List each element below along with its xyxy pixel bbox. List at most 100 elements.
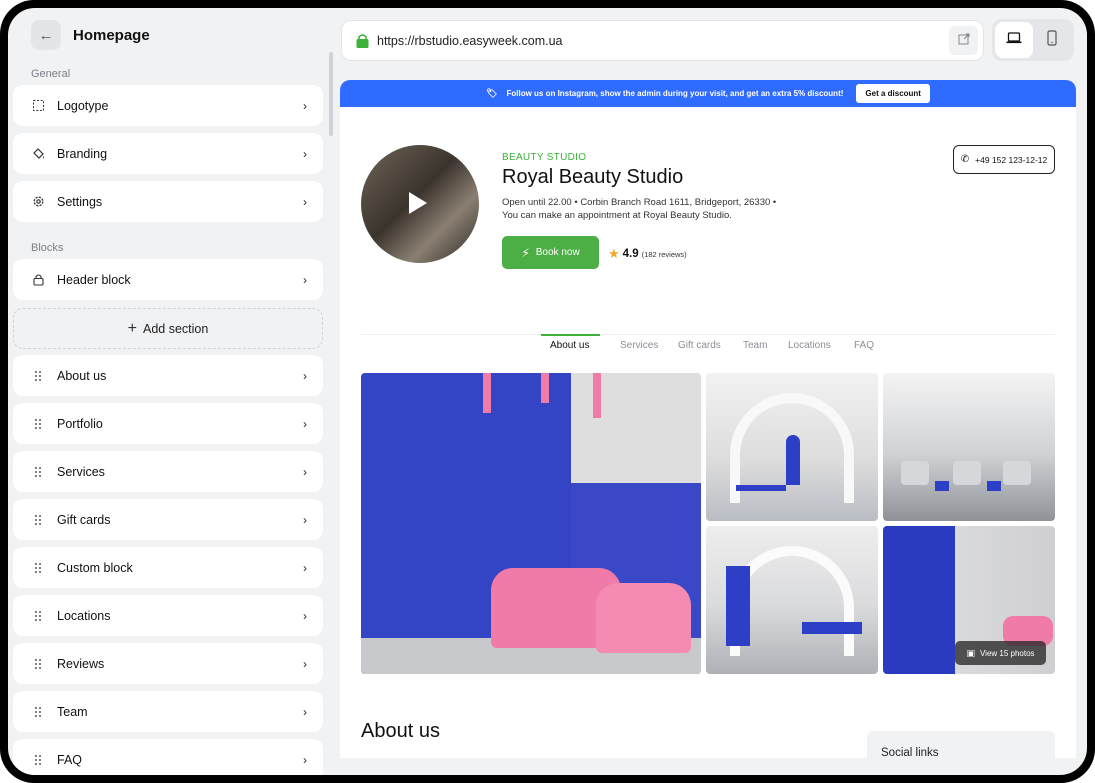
studio-video-thumbnail[interactable] bbox=[361, 145, 479, 263]
view-photos-label: View 15 photos bbox=[980, 649, 1035, 658]
mobile-icon bbox=[1047, 30, 1057, 51]
sidebar-item-label: Gift cards bbox=[57, 513, 303, 527]
get-discount-button[interactable]: Get a discount bbox=[856, 84, 930, 103]
paint-bucket-icon bbox=[31, 147, 45, 161]
rating[interactable]: ★ 4.9 (182 reviews) bbox=[608, 246, 687, 262]
tab-services[interactable]: Services bbox=[620, 340, 658, 351]
chevron-right-icon: › bbox=[303, 657, 307, 671]
chevron-right-icon: › bbox=[303, 369, 307, 383]
lock-icon bbox=[356, 33, 369, 48]
back-button[interactable]: ← bbox=[31, 20, 61, 50]
sidebar-scrollbar[interactable] bbox=[329, 52, 333, 136]
sidebar-item-label: Settings bbox=[57, 195, 303, 209]
sidebar-item-label: Reviews bbox=[57, 657, 303, 671]
tab-locations[interactable]: Locations bbox=[788, 340, 831, 351]
section-label-general: General bbox=[31, 68, 70, 80]
chevron-right-icon: › bbox=[303, 561, 307, 575]
sidebar-item-services[interactable]: Services › bbox=[13, 451, 323, 492]
view-photos-button[interactable]: ▣ View 15 photos bbox=[955, 641, 1046, 665]
sidebar-header: ← Homepage bbox=[31, 20, 150, 50]
promo-banner: 🏷 Follow us on Instagram, show the admin… bbox=[340, 80, 1076, 107]
screen: ← Homepage General Logotype › Branding ›… bbox=[8, 8, 1087, 775]
play-icon bbox=[409, 192, 427, 214]
drag-handle-icon[interactable] bbox=[31, 369, 45, 383]
mobile-view-button[interactable] bbox=[1033, 22, 1071, 58]
add-section-label: Add section bbox=[143, 322, 208, 336]
tab-about-us[interactable]: About us bbox=[550, 340, 589, 351]
studio-name: Royal Beauty Studio bbox=[502, 166, 683, 189]
drag-handle-icon[interactable] bbox=[31, 657, 45, 671]
sidebar-item-faq[interactable]: FAQ › bbox=[13, 739, 323, 775]
drag-handle-icon[interactable] bbox=[31, 705, 45, 719]
social-links-card: Social links bbox=[867, 731, 1055, 758]
drag-handle-icon[interactable] bbox=[31, 561, 45, 575]
drag-handle-icon[interactable] bbox=[31, 465, 45, 479]
banner-text: Follow us on Instagram, show the admin d… bbox=[506, 89, 843, 98]
studio-description-line: Open until 22.00 • Corbin Branch Road 16… bbox=[502, 196, 832, 209]
page-title: Homepage bbox=[73, 27, 150, 44]
gallery-photo[interactable] bbox=[706, 373, 878, 521]
sidebar-item-locations[interactable]: Locations › bbox=[13, 595, 323, 636]
sidebar-item-label: Locations bbox=[57, 609, 303, 623]
sidebar-item-header-block[interactable]: Header block › bbox=[13, 259, 323, 300]
review-count: (182 reviews) bbox=[642, 250, 687, 259]
sidebar-item-gift-cards[interactable]: Gift cards › bbox=[13, 499, 323, 540]
section-tabs: About us Services Gift cards Team Locati… bbox=[340, 334, 1076, 364]
chevron-right-icon: › bbox=[303, 705, 307, 719]
chevron-right-icon: › bbox=[303, 273, 307, 287]
url-text[interactable]: https://rbstudio.easyweek.com.ua bbox=[377, 34, 949, 48]
sidebar-item-label: About us bbox=[57, 369, 303, 383]
social-links-title: Social links bbox=[881, 747, 939, 758]
active-tab-indicator bbox=[541, 334, 600, 336]
sidebar-item-label: Portfolio bbox=[57, 417, 303, 431]
sidebar-item-settings[interactable]: Settings › bbox=[13, 181, 323, 222]
desktop-view-button[interactable] bbox=[995, 22, 1033, 58]
desktop-icon bbox=[1006, 31, 1022, 49]
image-icon: ▣ bbox=[966, 648, 975, 659]
open-external-button[interactable] bbox=[949, 26, 978, 55]
drag-handle-icon[interactable] bbox=[31, 417, 45, 431]
drag-handle-icon[interactable] bbox=[31, 609, 45, 623]
drag-handle-icon[interactable] bbox=[31, 753, 45, 767]
book-now-button[interactable]: ⚡ Book now bbox=[502, 236, 599, 269]
tab-team[interactable]: Team bbox=[743, 340, 767, 351]
chevron-right-icon: › bbox=[303, 195, 307, 209]
sidebar-item-label: Services bbox=[57, 465, 303, 479]
arrow-left-icon: ← bbox=[39, 27, 54, 44]
sidebar-item-label: Custom block bbox=[57, 561, 303, 575]
drag-handle-icon[interactable] bbox=[31, 513, 45, 527]
phone-button[interactable]: ✆ +49 152 123-12-12 bbox=[953, 145, 1055, 174]
gallery-photo[interactable] bbox=[706, 526, 878, 674]
gallery-photo[interactable] bbox=[883, 373, 1055, 521]
sidebar-item-branding[interactable]: Branding › bbox=[13, 133, 323, 174]
section-label-blocks: Blocks bbox=[31, 242, 63, 254]
sidebar-item-label: Header block bbox=[57, 273, 303, 287]
chevron-right-icon: › bbox=[303, 99, 307, 113]
tab-gift-cards[interactable]: Gift cards bbox=[678, 340, 721, 351]
plus-icon: + bbox=[128, 320, 137, 338]
chevron-right-icon: › bbox=[303, 147, 307, 161]
url-bar: https://rbstudio.easyweek.com.ua bbox=[341, 20, 984, 61]
sidebar-item-portfolio[interactable]: Portfolio › bbox=[13, 403, 323, 444]
gallery-photo[interactable] bbox=[361, 373, 701, 674]
site-preview: 🏷 Follow us on Instagram, show the admin… bbox=[340, 80, 1076, 758]
studio-description-line: You can make an appointment at Royal Bea… bbox=[502, 209, 832, 222]
sidebar-item-team[interactable]: Team › bbox=[13, 691, 323, 732]
chevron-right-icon: › bbox=[303, 417, 307, 431]
sidebar: ← Homepage General Logotype › Branding ›… bbox=[8, 8, 330, 775]
phone-number: +49 152 123-12-12 bbox=[975, 155, 1047, 165]
sidebar-item-logotype[interactable]: Logotype › bbox=[13, 85, 323, 126]
sidebar-item-custom-block[interactable]: Custom block › bbox=[13, 547, 323, 588]
external-link-icon bbox=[958, 32, 970, 50]
sidebar-item-reviews[interactable]: Reviews › bbox=[13, 643, 323, 684]
add-section-button[interactable]: + Add section bbox=[13, 308, 323, 349]
chevron-right-icon: › bbox=[303, 513, 307, 527]
sidebar-item-label: FAQ bbox=[57, 753, 303, 767]
sidebar-item-label: Logotype bbox=[57, 99, 303, 113]
studio-type: BEAUTY STUDIO bbox=[502, 152, 586, 163]
lock-icon bbox=[31, 273, 45, 287]
tab-faq[interactable]: FAQ bbox=[854, 340, 874, 351]
sidebar-item-about-us[interactable]: About us › bbox=[13, 355, 323, 396]
dashed-square-icon bbox=[31, 99, 45, 113]
photo-gallery: ▣ View 15 photos bbox=[361, 373, 1055, 674]
